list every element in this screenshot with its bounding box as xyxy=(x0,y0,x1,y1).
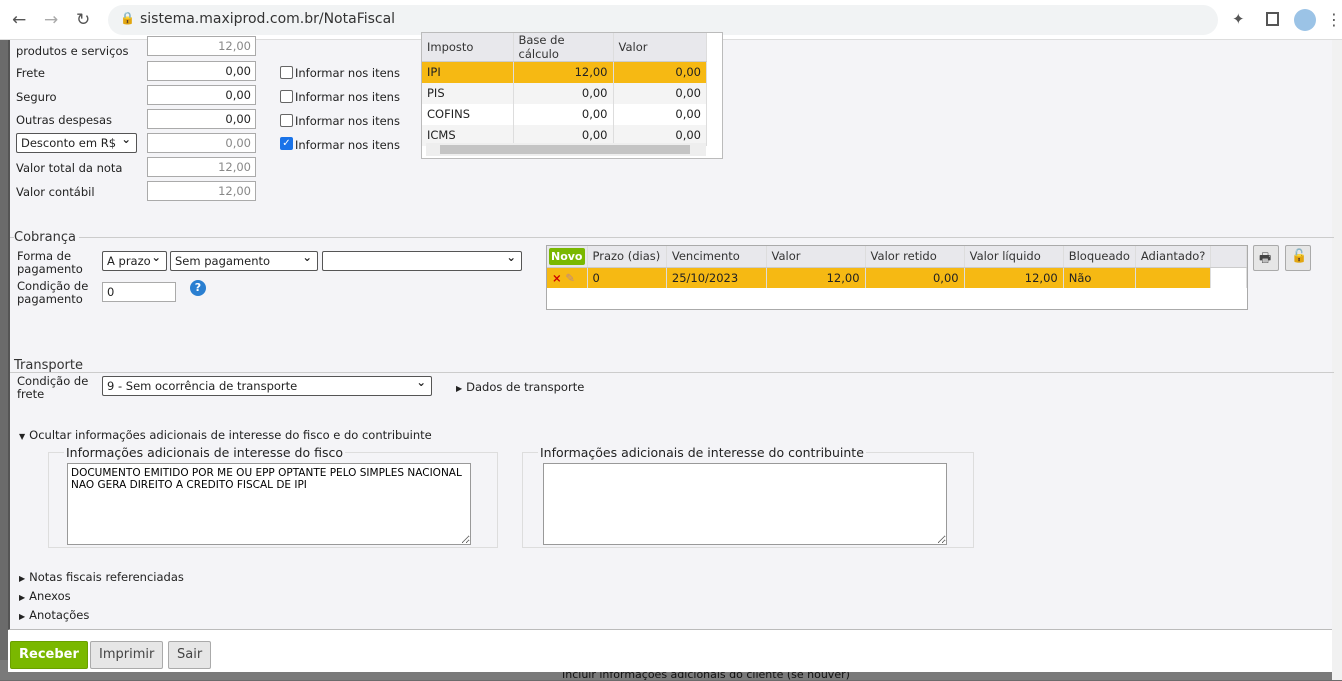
parcelas-grid: Novo Prazo (dias) Vencimento Valor Valor re… xyxy=(546,245,1248,310)
contribuinte-textarea[interactable] xyxy=(543,463,947,545)
table-row[interactable]: × ✎ 0 25/10/2023 12,00 0,00 12,00 Não xyxy=(547,267,1247,288)
impostos-grid: Imposto Base de cálculo Valor IPI 12,00 0,00… xyxy=(421,32,723,159)
desconto-select[interactable]: Desconto em R$ xyxy=(16,132,137,153)
valor-contabil-field[interactable]: 12,00 xyxy=(147,181,256,201)
expand-triangle-icon: ▶ xyxy=(19,574,26,583)
label-valor-contabil: Valor contábil xyxy=(16,185,95,199)
fisco-title: Informações adicionais de interesse do f… xyxy=(64,445,346,460)
delete-icon[interactable]: × xyxy=(552,271,562,285)
forma-label: Forma de pagamento xyxy=(17,249,83,276)
novo-button[interactable]: Novo xyxy=(549,248,585,266)
forward-button[interactable]: → xyxy=(44,10,58,30)
col-base[interactable]: Base de cálculo xyxy=(513,33,614,62)
expand-triangle-icon: ▶ xyxy=(19,612,26,621)
col-adiantado[interactable]: Adiantado? xyxy=(1135,246,1212,268)
conta-select[interactable] xyxy=(322,250,522,271)
desconto-informar-checkbox[interactable]: ✓ xyxy=(280,137,293,150)
col-valor-liquido[interactable]: Valor líquido xyxy=(964,246,1064,268)
desconto-select-value: Desconto em R$ xyxy=(21,136,117,150)
collapse-triangle-icon: ▼ xyxy=(19,432,26,441)
checkbox-label: Informar nos itens xyxy=(295,66,400,80)
help-icon[interactable]: ? xyxy=(190,280,206,296)
label-seguro: Seguro xyxy=(16,90,57,104)
condicao-frete-select[interactable]: 9 - Sem ocorrência de transporte xyxy=(102,375,432,396)
label-outras-despesas: Outras despesas xyxy=(16,113,113,127)
contribuinte-title: Informações adicionais de interesse do c… xyxy=(538,445,866,460)
address-bar[interactable]: 🔒 sistema.maxiprod.com.br/NotaFiscal xyxy=(108,5,1218,35)
anexos-toggle[interactable]: ▶ Anexos xyxy=(19,589,71,603)
dados-transporte-toggle[interactable]: ▶ Dados de transporte xyxy=(456,380,584,394)
sair-button[interactable]: Sair xyxy=(168,641,212,669)
seguro-informar-checkbox[interactable] xyxy=(280,90,293,103)
frete-field[interactable]: 0,00 xyxy=(147,61,256,81)
table-row[interactable]: COFINS 0,00 0,00 xyxy=(422,103,707,125)
label-valor-total: Valor total da nota xyxy=(16,161,123,175)
condicao-field[interactable]: 0 xyxy=(102,282,176,302)
sidepanel-icon[interactable] xyxy=(1266,12,1279,26)
fisco-textarea[interactable]: DOCUMENTO EMITIDO POR ME OU EPP OPTANTE … xyxy=(67,463,471,545)
reload-button[interactable]: ↻ xyxy=(76,10,90,30)
horizontal-scrollbar[interactable] xyxy=(426,143,706,156)
anotacoes-toggle[interactable]: ▶ Anotações xyxy=(19,608,89,622)
back-button[interactable]: ← xyxy=(12,10,26,30)
condicao-label: Condição de pagamento xyxy=(17,279,89,306)
extensions-icon[interactable]: ✦ xyxy=(1232,10,1245,28)
label-frete: Frete xyxy=(16,66,45,80)
frete-informar-checkbox[interactable] xyxy=(280,66,293,79)
outras-informar-checkbox[interactable] xyxy=(280,114,293,127)
table-row[interactable]: IPI 12,00 0,00 xyxy=(422,61,707,83)
url-text: sistema.maxiprod.com.br/NotaFiscal xyxy=(140,11,396,27)
seguro-field[interactable]: 0,00 xyxy=(147,85,256,105)
imprimir-button[interactable]: Imprimir xyxy=(90,641,164,669)
checkbox-label: Informar nos itens xyxy=(295,138,400,152)
produtos-field[interactable]: 12,00 xyxy=(147,36,256,56)
cobranca-title: Cobrança xyxy=(14,230,79,245)
lock-icon: 🔒 xyxy=(120,11,135,25)
transporte-title: Transporte xyxy=(14,358,83,373)
edit-pencil-icon[interactable]: ✎ xyxy=(565,271,575,285)
outras-despesas-field[interactable]: 0,00 xyxy=(147,109,256,129)
print-icon[interactable]: 🖶 xyxy=(1253,245,1279,271)
col-prazo[interactable]: Prazo (dias) xyxy=(587,246,667,268)
forma-pagamento-select[interactable]: A prazo xyxy=(102,250,167,271)
nota-fiscal-modal: produtos e serviços 12,00 Frete 0,00 Seg… xyxy=(8,32,1334,672)
col-vencimento[interactable]: Vencimento xyxy=(666,246,767,268)
col-bloqueado[interactable]: Bloqueado xyxy=(1063,246,1136,268)
page-scrollbar[interactable] xyxy=(1332,40,1342,680)
checkbox-label: Informar nos itens xyxy=(295,90,400,104)
expand-triangle-icon: ▶ xyxy=(19,593,26,602)
col-imposto[interactable]: Imposto xyxy=(422,33,514,62)
info-toggle[interactable]: ▼ Ocultar informações adicionais de inter… xyxy=(19,428,432,442)
notas-referenciadas-toggle[interactable]: ▶ Notas fiscais referenciadas xyxy=(19,570,184,584)
valor-total-field[interactable]: 12,00 xyxy=(147,157,256,177)
avatar[interactable] xyxy=(1294,9,1316,31)
receber-button[interactable]: Receber xyxy=(10,641,88,669)
desconto-field[interactable]: 0,00 xyxy=(147,133,256,153)
menu-icon[interactable]: ⋮ xyxy=(1326,10,1342,29)
frete-label: Condição de frete xyxy=(17,374,89,401)
meio-pagamento-select[interactable]: Sem pagamento xyxy=(170,250,318,271)
table-row[interactable]: PIS 0,00 0,00 xyxy=(422,82,707,104)
col-valor-retido[interactable]: Valor retido xyxy=(865,246,965,268)
col-valor[interactable]: Valor xyxy=(613,33,707,62)
label-produtos: produtos e serviços xyxy=(16,44,129,58)
unlock-icon[interactable]: 🔓 xyxy=(1285,245,1311,271)
checkbox-label: Informar nos itens xyxy=(295,114,400,128)
expand-triangle-icon: ▶ xyxy=(456,384,463,393)
col-valor[interactable]: Valor xyxy=(766,246,866,268)
